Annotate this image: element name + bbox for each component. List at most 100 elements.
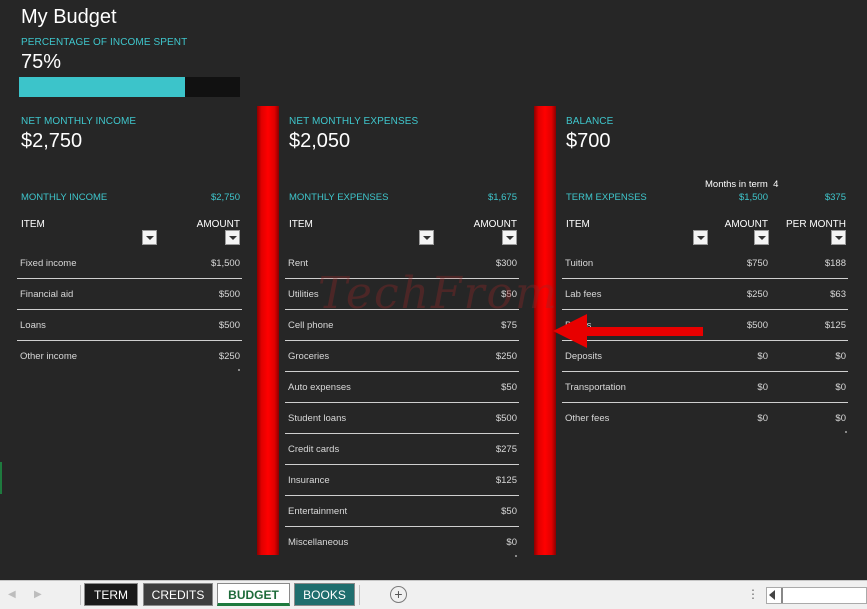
months-in-term-label: Months in term [705, 179, 768, 190]
expense-amount: $500 [495, 413, 517, 424]
expense-item: Insurance [288, 475, 330, 486]
red-arrow-shaft [585, 327, 703, 336]
net-expenses-value: $2,050 [289, 130, 351, 152]
expenses-amount-filter-button[interactable] [502, 230, 517, 245]
income-item: Other income [20, 351, 78, 362]
term-per-month: $63 [830, 289, 846, 300]
table-resize-handle[interactable] [515, 555, 517, 557]
income-amount: $500 [218, 320, 240, 331]
term-amount: $0 [757, 413, 768, 424]
table-resize-handle[interactable] [238, 369, 240, 371]
expenses-amount-header: AMOUNT [473, 219, 517, 230]
term-per-month-header: PER MONTH [786, 219, 846, 230]
percentage-label: PERCENTAGE OF INCOME SPENT [21, 37, 188, 48]
monthly-income-label: MONTHLY INCOME [21, 192, 108, 203]
income-item-header: ITEM [21, 219, 45, 230]
table-row[interactable]: Financial aid $500 [17, 279, 242, 310]
expense-amount: $50 [501, 382, 517, 393]
percentage-value: 75% [21, 51, 62, 73]
expense-amount: $0 [506, 537, 517, 548]
tab-scroll-left-icon[interactable]: ◀ [8, 589, 16, 600]
term-item: Tuition [565, 258, 594, 269]
page-title: My Budget [21, 6, 117, 28]
table-row[interactable]: Deposits $0 $0 [562, 341, 848, 372]
term-expenses-total: $1,500 [738, 192, 768, 203]
table-row[interactable]: Fixed income $1,500 [17, 248, 242, 279]
months-in-term-value[interactable]: 4 [773, 179, 778, 190]
expense-amount: $275 [495, 444, 517, 455]
term-amount: $0 [757, 382, 768, 393]
term-amount: $750 [746, 258, 768, 269]
table-row[interactable]: Other income $250 [17, 341, 242, 372]
tab-term[interactable]: TERM [84, 583, 138, 606]
progress-fill [19, 77, 185, 97]
tab-budget[interactable]: BUDGET [217, 583, 290, 606]
income-item-filter-button[interactable] [142, 230, 157, 245]
table-row[interactable]: Insurance $125 [285, 465, 519, 496]
tab-books[interactable]: BOOKS [294, 583, 355, 606]
table-row[interactable]: Groceries $250 [285, 341, 519, 372]
expense-item: Cell phone [288, 320, 334, 331]
table-row[interactable]: Books $500 $125 [562, 310, 848, 341]
scroll-left-icon[interactable] [769, 590, 775, 600]
term-amount: $250 [746, 289, 768, 300]
horizontal-scrollbar[interactable] [766, 587, 867, 604]
term-amount: $500 [746, 320, 768, 331]
expense-item: Rent [288, 258, 309, 269]
tab-scroll-right-icon[interactable]: ▶ [34, 589, 42, 600]
term-item: Deposits [565, 351, 602, 362]
term-per-month: $125 [824, 320, 846, 331]
term-expenses-label: TERM EXPENSES [566, 192, 647, 203]
table-resize-handle[interactable] [845, 431, 847, 433]
expense-item: Groceries [288, 351, 330, 362]
net-income-value: $2,750 [21, 130, 83, 152]
income-item: Loans [20, 320, 46, 331]
table-row[interactable]: Loans $500 [17, 310, 242, 341]
term-per-month: $0 [835, 351, 846, 362]
term-per-month: $0 [835, 382, 846, 393]
table-row[interactable]: Auto expenses $50 [285, 372, 519, 403]
table-row[interactable]: Lab fees $250 $63 [562, 279, 848, 310]
table-row[interactable]: Tuition $750 $188 [562, 248, 848, 279]
expense-amount: $125 [495, 475, 517, 486]
more-options-icon[interactable]: ⋮ [747, 587, 759, 601]
term-per-month-filter-button[interactable] [831, 230, 846, 245]
expense-item: Student loans [288, 413, 347, 424]
scroll-thumb[interactable] [781, 588, 783, 603]
tab-credits[interactable]: CREDITS [143, 583, 213, 606]
table-row[interactable]: Credit cards $275 [285, 434, 519, 465]
table-row[interactable]: Transportation $0 $0 [562, 372, 848, 403]
expense-item: Credit cards [288, 444, 340, 455]
term-amount: $0 [757, 351, 768, 362]
term-expenses-per-month-total: $375 [824, 192, 846, 203]
term-per-month: $0 [835, 413, 846, 424]
expense-amount: $75 [501, 320, 517, 331]
term-per-month: $188 [824, 258, 846, 269]
term-amount-filter-button[interactable] [754, 230, 769, 245]
tab-separator [359, 585, 360, 605]
sheet-tab-bar: ◀ ▶ TERM CREDITS BUDGET BOOKS + ⋮ [0, 580, 867, 609]
expenses-item-filter-button[interactable] [419, 230, 434, 245]
income-item: Fixed income [20, 258, 77, 269]
income-table: Fixed income $1,500 Financial aid $500 Loa… [17, 248, 242, 372]
table-row[interactable]: Miscellaneous $0 [285, 527, 519, 558]
term-amount-header: AMOUNT [724, 219, 768, 230]
term-item: Transportation [565, 382, 626, 393]
monthly-expenses-total: $1,675 [487, 192, 517, 203]
income-amount: $250 [218, 351, 240, 362]
term-item-filter-button[interactable] [693, 230, 708, 245]
term-expenses-table: Tuition $750 $188 Lab fees $250 $63 Books $50… [562, 248, 848, 434]
expense-amount: $50 [501, 506, 517, 517]
income-amount-filter-button[interactable] [225, 230, 240, 245]
table-row[interactable]: Entertainment $50 [285, 496, 519, 527]
income-spent-progress-bar [19, 77, 240, 97]
balance-label: BALANCE [566, 116, 614, 127]
months-in-term: Months in term 4 [705, 179, 778, 190]
monthly-expenses-label: MONTHLY EXPENSES [289, 192, 389, 203]
table-row[interactable]: Student loans $500 [285, 403, 519, 434]
income-amount-header: AMOUNT [196, 219, 240, 230]
add-sheet-icon[interactable]: + [390, 586, 407, 603]
net-expenses-label: NET MONTHLY EXPENSES [289, 116, 419, 127]
table-row[interactable]: Other fees $0 $0 [562, 403, 848, 434]
term-item-header: ITEM [566, 219, 590, 230]
